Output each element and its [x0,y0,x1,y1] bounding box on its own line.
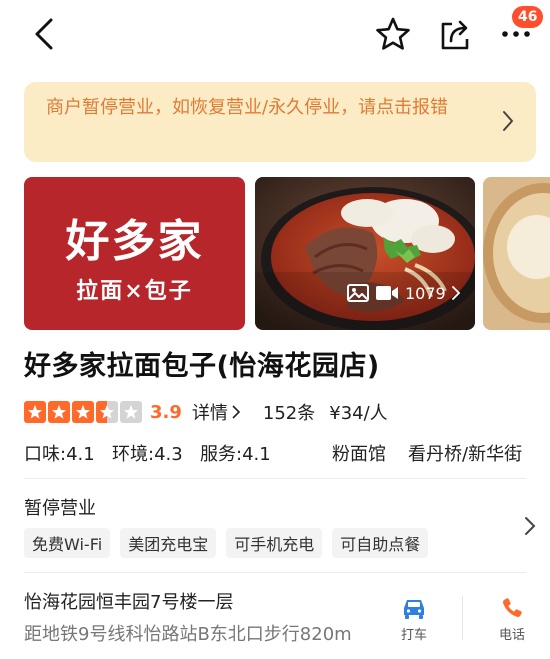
details-link[interactable]: 详情 [192,399,241,425]
dumpling-photo[interactable] [483,177,550,330]
image-icon [347,284,369,302]
star-half-icon [96,401,118,423]
service-score: 服务:4.1 [200,444,271,465]
top-nav-bar: 46 [0,0,550,70]
food-photo[interactable]: 1079 [255,177,475,330]
rating-score: 3.9 [150,401,182,423]
star-full-icon [48,401,70,423]
section-divider [24,572,526,573]
back-arrow-icon [35,18,53,50]
notification-badge: 46 [512,6,544,28]
status-amenities-block[interactable]: 暂停营业 免费Wi-Fi 美团充电宝 可手机充电 可自助点餐 [0,482,550,568]
amenity-tag: 可手机充电 [226,528,323,558]
taxi-button[interactable]: 打车 [386,596,442,648]
chevron-right-icon [451,286,460,300]
transit-directions: 距地铁9号线科怡路站B东北口步行820m [24,624,352,645]
notice-text: 商户暂停营业，如恢复营业/永久停业，请点击报错 [46,97,449,118]
review-count[interactable]: 152条 [263,399,315,425]
amenity-tag: 可自助点餐 [332,528,429,558]
car-icon [404,600,424,619]
share-button[interactable] [434,13,476,55]
favorite-button[interactable] [372,13,414,55]
amenity-tags: 免费Wi-Fi 美团充电宝 可手机充电 可自助点餐 [24,528,429,558]
store-logo-card[interactable]: 好多家 拉面×包子 [24,177,245,330]
chevron-right-icon [232,405,241,419]
steamer-image [483,177,550,330]
address-text[interactable]: 怡海花园恒丰园7号楼一层 [24,588,233,614]
category-link[interactable]: 粉面馆 [332,440,386,466]
more-dots-icon [502,31,530,37]
video-icon [376,286,398,300]
environment-score: 环境:4.3 [112,444,183,465]
amenity-tag: 免费Wi-Fi [24,528,111,558]
logo-title: 好多家 [65,216,204,267]
share-icon [441,20,469,50]
vertical-divider [462,596,463,640]
star-rating [24,401,142,423]
media-count: 1079 [405,283,446,303]
phone-icon [503,598,522,617]
business-paused-notice[interactable]: 商户暂停营业，如恢复营业/永久停业，请点击报错 [24,82,536,162]
logo-subtitle: 拉面×包子 [76,278,193,304]
back-button[interactable] [22,12,66,56]
store-name: 好多家拉面包子(怡海花园店) [24,351,380,382]
address-block: 怡海花园恒丰园7号楼一层 距地铁9号线科怡路站B东北口步行820m 打车 电话 [0,576,550,659]
area-link[interactable]: 看丹桥/新华街 [408,440,522,466]
star-full-icon [24,401,46,423]
media-count-overlay: 1079 [339,274,471,312]
star-empty-icon [120,401,142,423]
photo-gallery[interactable]: 好多家 拉面×包子 1079 [24,177,550,330]
chevron-right-icon [503,111,513,131]
star-full-icon [72,401,94,423]
details-label: 详情 [191,403,228,424]
taste-score: 口味:4.1 [24,444,95,465]
chevron-right-icon [525,517,536,535]
business-status: 暂停营业 [24,498,96,519]
rating-row: 3.9 详情 152条 ¥34/人 [24,398,388,426]
call-button[interactable]: 电话 [484,596,540,648]
average-price: ¥34/人 [329,403,388,424]
amenity-tag: 美团充电宝 [120,528,217,558]
call-label: 电话 [498,628,525,643]
metrics-row: 口味:4.1 环境:4.3 服务:4.1 粉面馆 看丹桥/新华街 [24,440,540,466]
taxi-label: 打车 [400,628,427,643]
star-outline-icon [376,17,410,50]
section-divider [24,478,526,479]
